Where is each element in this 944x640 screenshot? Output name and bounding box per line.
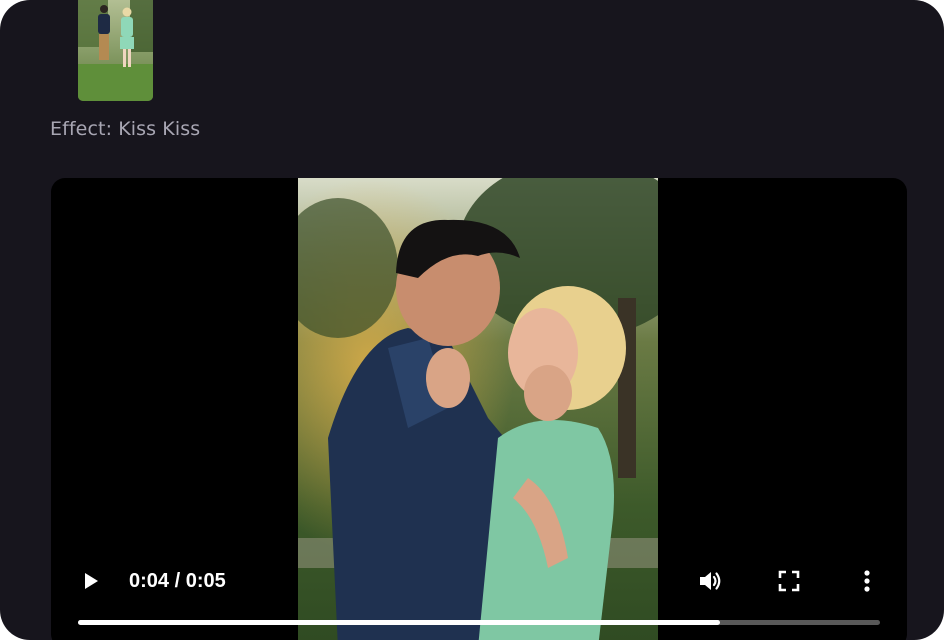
source-image-thumbnail[interactable] xyxy=(78,0,153,101)
volume-button[interactable] xyxy=(694,564,728,598)
more-options-button[interactable] xyxy=(850,564,884,598)
fullscreen-icon xyxy=(778,570,800,592)
time-display: 0:04 / 0:05 xyxy=(129,570,226,592)
couple-standing-photo xyxy=(78,0,153,101)
fullscreen-button[interactable] xyxy=(772,564,806,598)
video-player[interactable]: 0:04 / 0:05 xyxy=(51,178,907,640)
progress-bar-fill xyxy=(78,620,720,625)
play-button[interactable] xyxy=(74,564,108,598)
video-controls: 0:04 / 0:05 xyxy=(51,553,907,640)
play-icon xyxy=(85,573,98,589)
result-panel: Effect: Kiss Kiss 0:04 / 0:05 xyxy=(0,0,944,640)
volume-icon xyxy=(700,572,721,590)
progress-bar[interactable] xyxy=(78,620,880,625)
more-vertical-icon xyxy=(864,570,870,592)
effect-label: Effect: Kiss Kiss xyxy=(50,118,201,140)
